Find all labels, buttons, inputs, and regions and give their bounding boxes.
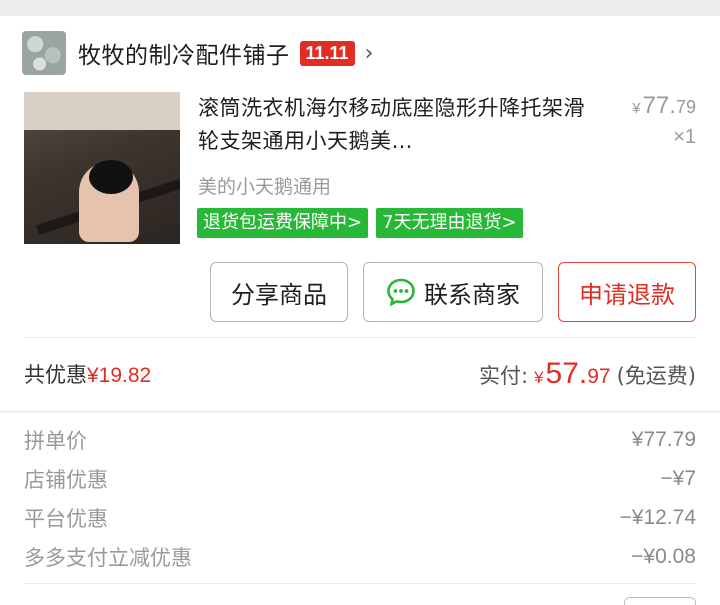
share-product-button[interactable]: 分享商品 [210,262,348,322]
service-tags: 退货包运费保障中> 7天无理由退货> [197,208,523,238]
price-breakdown: 拼单价 ¥77.79 店铺优惠 −¥7 平台优惠 −¥12.74 多多支付立减优… [24,420,696,576]
shop-avatar [22,31,66,75]
breakdown-row: 平台优惠 −¥12.74 [24,498,696,537]
amount-paid-label: 实付: [478,364,529,388]
share-product-label: 分享商品 [231,280,327,309]
breakdown-row: 店铺优惠 −¥7 [24,459,696,498]
breakdown-value: ¥77.79 [631,427,696,451]
breakdown-label: 拼单价 [24,428,87,453]
chevron-right-icon[interactable]: › [365,41,374,66]
product-quantity: ×1 [673,126,696,148]
breakdown-row: 多多支付立减优惠 −¥0.08 [24,537,696,576]
order-actions: 分享商品 联系商家 申请退款 [210,262,696,322]
payment-summary: 共优惠¥19.82 实付: ¥ 57. 97 (免运费) [24,338,696,410]
return-shipping-tag[interactable]: 退货包运费保障中> [197,208,369,238]
product-spec: 美的小天鹅通用 [198,176,332,198]
chat-bubble-icon [387,278,415,307]
price-decimal: 79 [675,97,696,117]
total-discount-value: ¥19.82 [87,364,152,387]
total-discount-label: 共优惠 [24,363,87,387]
product-image[interactable] [24,92,180,244]
price-integer: 77. [642,92,676,119]
shop-name[interactable]: 牧牧的制冷配件铺子 [78,36,290,70]
request-refund-label: 申请退款 [579,280,675,309]
shop-header[interactable]: 牧牧的制冷配件铺子 11.11 › [0,16,720,90]
breakdown-label: 平台优惠 [24,506,108,531]
contact-seller-button[interactable]: 联系商家 [363,262,543,322]
amount-paid: 实付: ¥ 57. 97 (免运费) [479,357,696,391]
breakdown-label: 店铺优惠 [24,467,108,492]
price-currency: ¥ [632,100,641,117]
breakdown-value: −¥0.08 [631,544,696,568]
seven-day-return-tag[interactable]: 7天无理由退货> [376,208,523,238]
breakdown-value: −¥12.74 [619,505,697,529]
contact-seller-label: 联系商家 [424,280,520,309]
top-divider-strip [0,0,720,16]
request-refund-button[interactable]: 申请退款 [558,262,696,322]
amount-paid-currency: ¥ [534,368,544,387]
total-discount: 共优惠¥19.82 [24,359,151,389]
shipping-note: (免运费) [616,364,696,388]
breakdown-row: 拼单价 ¥77.79 [24,420,696,459]
product-title[interactable]: 滚筒洗衣机海尔移动底座隐形升降托架滑轮支架通用小天鹅美… [198,92,588,158]
breakdown-value: −¥7 [660,466,696,490]
section-separator [0,410,720,413]
product-price: ¥77.79 [632,92,696,120]
double-eleven-badge: 11.11 [299,40,355,66]
breakdown-label: 多多支付立减优惠 [24,545,192,570]
amount-paid-decimal: 97 [587,365,611,388]
divider [24,583,696,584]
partial-button[interactable] [624,597,696,605]
amount-paid-integer: 57. [545,357,588,390]
